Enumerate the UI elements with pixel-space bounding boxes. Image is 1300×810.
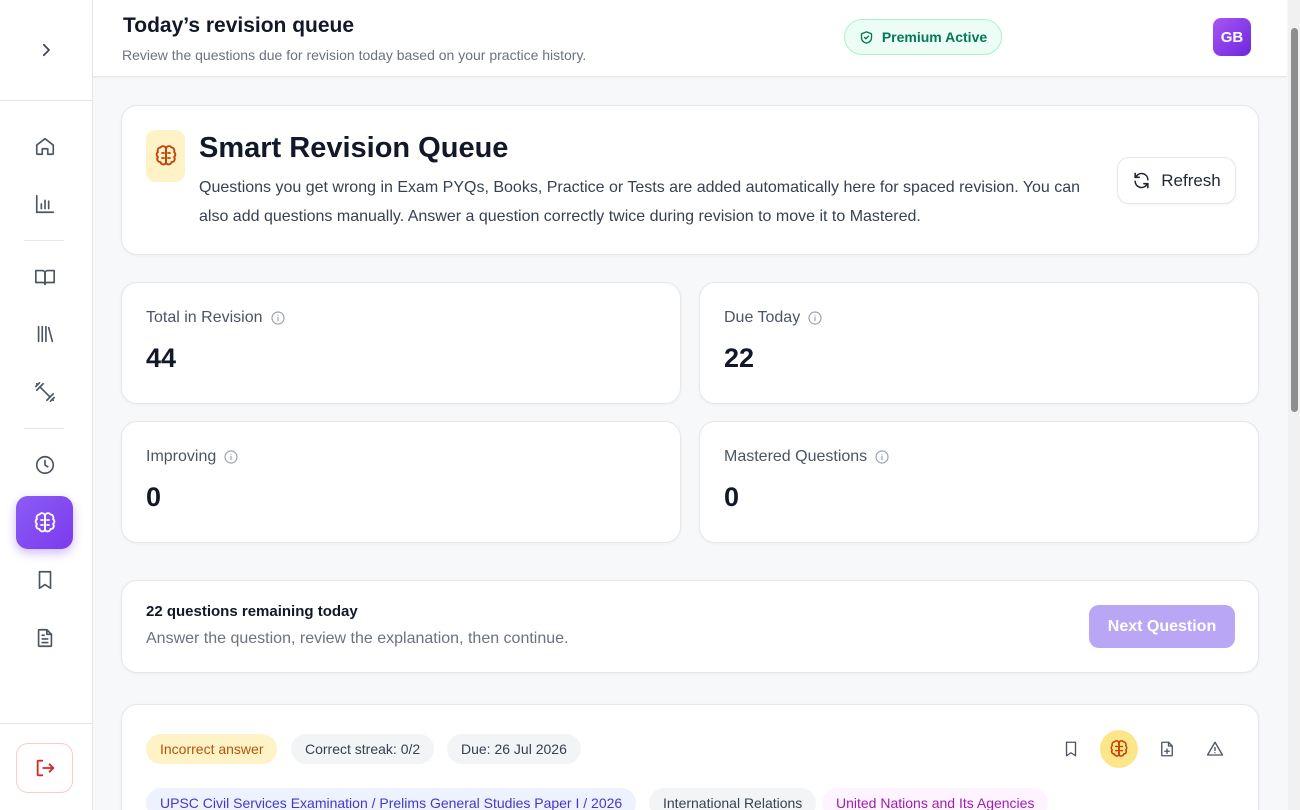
logout-button[interactable] (16, 743, 73, 793)
file-text-icon (37, 628, 52, 648)
library-icon (37, 325, 53, 343)
sidebar-item-history[interactable] (16, 439, 73, 491)
scrollbar-thumb[interactable] (1291, 28, 1298, 412)
bookmark-button[interactable] (1052, 730, 1090, 768)
info-icon[interactable] (874, 449, 890, 465)
stat-label-text: Due Today (724, 309, 801, 326)
info-icon[interactable] (270, 310, 286, 326)
status-badge: Incorrect answer (146, 734, 278, 764)
stat-card-due: Due Today 22 (699, 282, 1259, 404)
srq-title: Smart Revision Queue (199, 132, 509, 164)
subject-tag[interactable]: International Relations (649, 788, 817, 810)
dumbbell-icon (34, 382, 55, 402)
srq-icon-wrap (146, 130, 185, 182)
page-subtitle: Review the questions due for revision to… (122, 47, 587, 63)
sidebar-expand-button[interactable] (28, 32, 64, 68)
stat-value: 0 (146, 482, 162, 512)
refresh-button[interactable]: Refresh (1117, 157, 1236, 204)
stat-card-mastered: Mastered Questions 0 (699, 421, 1259, 543)
sidebar-item-practice[interactable] (16, 366, 73, 418)
book-open-icon (34, 269, 55, 286)
stat-label-text: Mastered Questions (724, 448, 868, 465)
clock-icon (35, 455, 54, 475)
srq-description: Questions you get wrong in Exam PYQs, Bo… (199, 179, 1081, 225)
remaining-subtitle: Answer the question, review the explanat… (146, 630, 569, 647)
bookmark-icon (38, 570, 51, 590)
sidebar-separator (24, 428, 64, 429)
topic-tag[interactable]: United Nations and Its Agencies (822, 788, 1049, 810)
sidebar-item-library[interactable] (16, 308, 73, 360)
report-issue-button[interactable] (1196, 730, 1234, 768)
page-header: Today’s revision queue Review the questi… (93, 0, 1287, 77)
stat-label: Improving (146, 448, 239, 466)
sidebar (0, 0, 93, 810)
sidebar-item-bookmarks[interactable] (16, 554, 73, 606)
next-question-button[interactable]: Next Question (1089, 605, 1235, 648)
stat-value: 44 (146, 343, 177, 373)
brain-icon (1110, 740, 1128, 757)
sidebar-divider (0, 100, 93, 101)
question-card: Incorrect answer Correct streak: 0/2 Due… (121, 704, 1259, 810)
shield-check-icon (860, 30, 873, 44)
brain-icon (34, 511, 55, 532)
info-icon[interactable] (807, 310, 823, 326)
stat-label-text: Improving (146, 448, 217, 465)
add-note-button[interactable] (1148, 730, 1186, 768)
revision-toggle-button[interactable] (1100, 730, 1138, 768)
brain-icon (155, 145, 176, 166)
stat-card-improving: Improving 0 (121, 421, 681, 543)
warning-triangle-icon (1206, 741, 1224, 756)
smart-revision-card: Smart Revision Queue Questions you get w… (121, 105, 1259, 255)
info-icon[interactable] (223, 449, 239, 465)
sidebar-divider (0, 723, 93, 724)
stat-value: 22 (724, 343, 755, 373)
premium-status-badge: Premium Active (844, 19, 1002, 55)
bookmark-icon (1065, 741, 1077, 757)
premium-label: Premium Active (881, 29, 988, 45)
sidebar-item-analytics[interactable] (16, 178, 73, 230)
page-title: Today’s revision queue (123, 14, 355, 37)
chevron-right-icon (42, 43, 50, 57)
logout-icon (36, 759, 54, 777)
page-scrollbar[interactable] (1288, 0, 1300, 810)
sidebar-separator (24, 240, 64, 241)
refresh-label: Refresh (1161, 170, 1221, 190)
sidebar-item-home[interactable] (16, 120, 73, 172)
stat-label: Due Today (724, 309, 823, 327)
stat-label: Total in Revision (146, 309, 286, 327)
stat-label-text: Total in Revision (146, 309, 263, 326)
file-plus-icon (1161, 741, 1173, 757)
exam-tag[interactable]: UPSC Civil Services Examination / Prelim… (146, 788, 637, 810)
remaining-title: 22 questions remaining today (146, 603, 358, 620)
home-icon (35, 137, 54, 156)
sidebar-item-books[interactable] (16, 251, 73, 303)
stat-label: Mastered Questions (724, 448, 890, 466)
stat-value: 0 (724, 482, 740, 512)
sidebar-item-notes[interactable] (16, 612, 73, 664)
stat-card-total: Total in Revision 44 (121, 282, 681, 404)
remaining-card: 22 questions remaining today Answer the … (121, 580, 1259, 673)
user-avatar[interactable]: GB (1213, 18, 1251, 56)
sidebar-item-revision[interactable] (16, 496, 73, 549)
refresh-icon (1134, 172, 1149, 189)
bar-chart-icon (35, 194, 54, 214)
due-date-badge: Due: 26 Jul 2026 (447, 734, 581, 764)
streak-badge: Correct streak: 0/2 (291, 734, 435, 764)
